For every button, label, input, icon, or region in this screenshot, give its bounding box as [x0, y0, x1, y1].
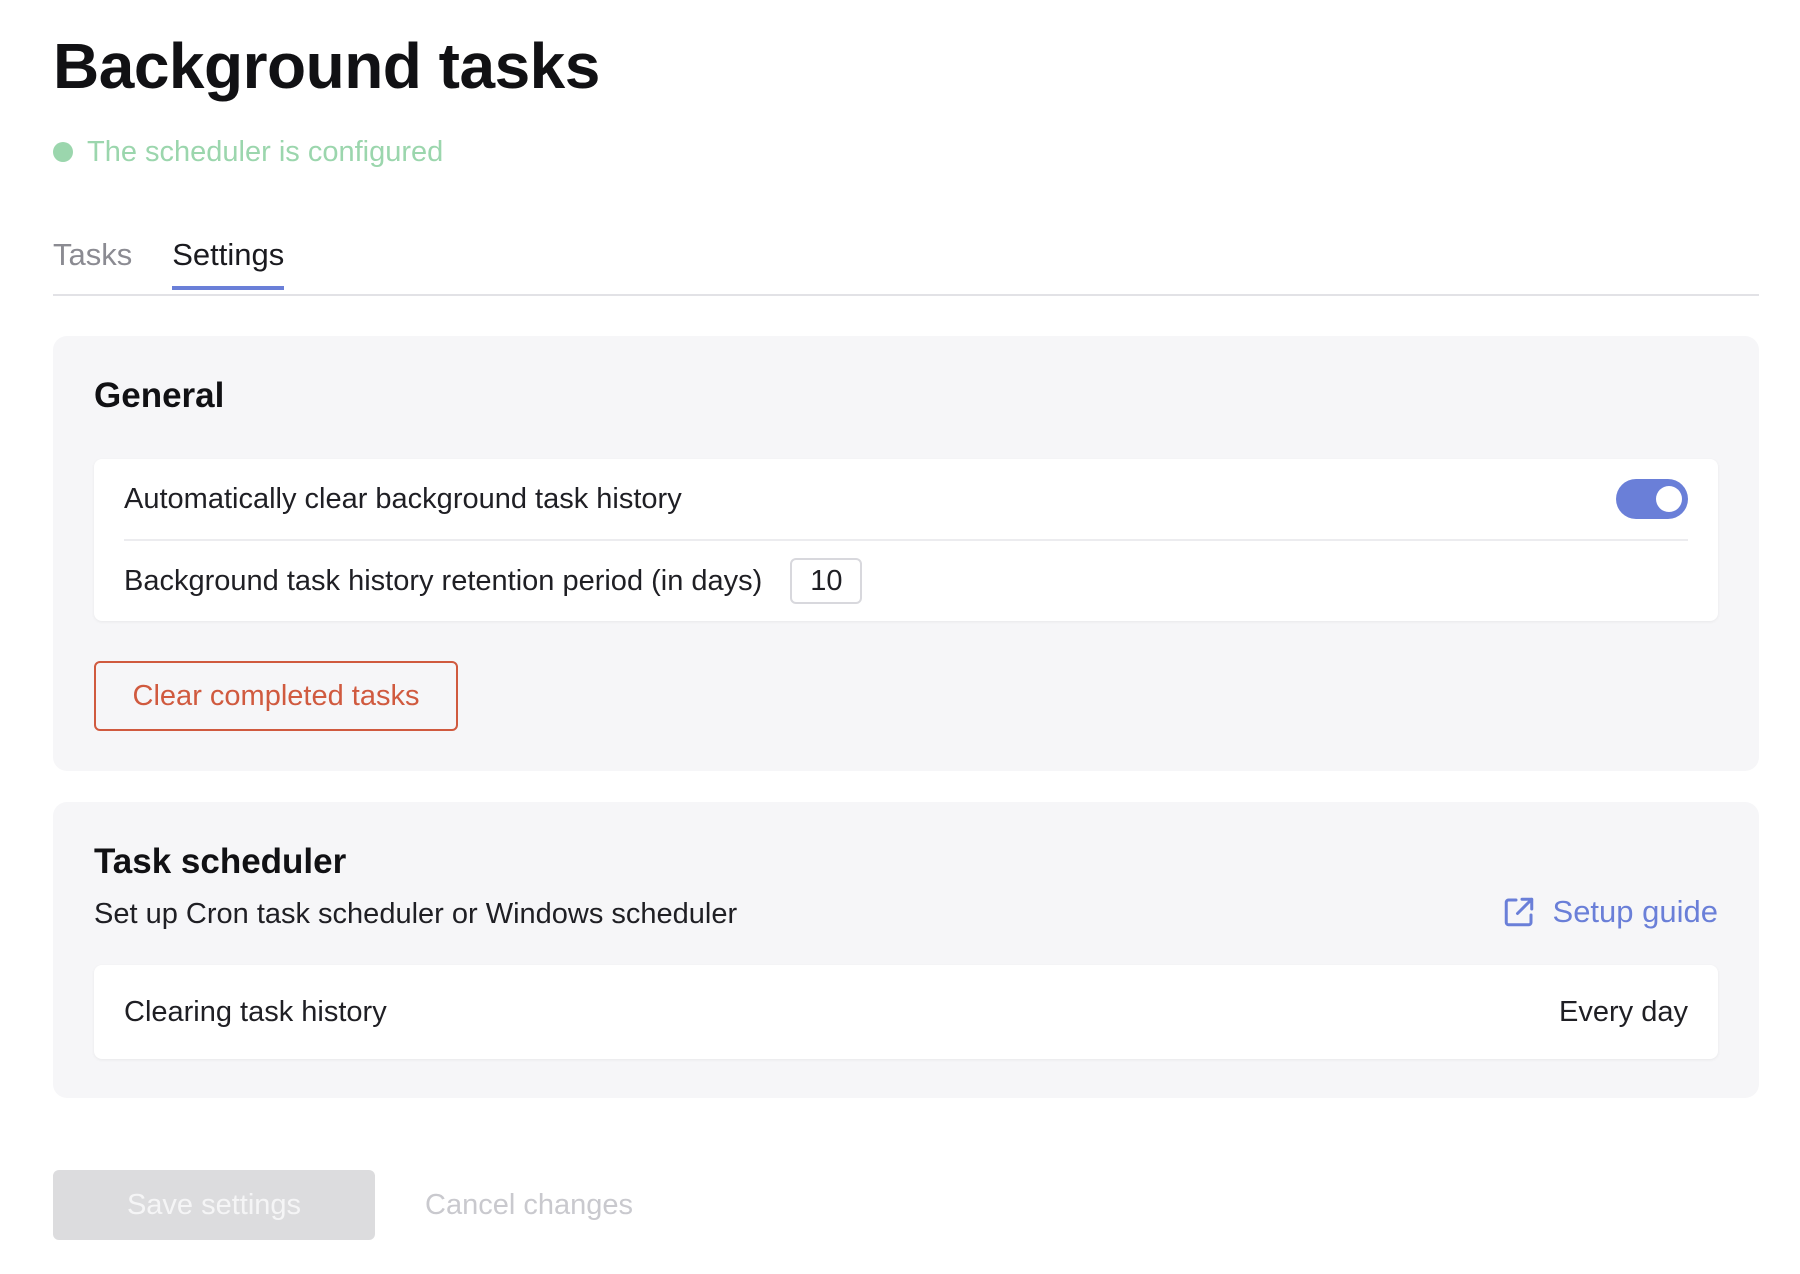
tab-bar: Tasks Settings [53, 232, 1759, 296]
save-settings-button[interactable]: Save settings [53, 1170, 375, 1240]
page-title: Background tasks [53, 30, 600, 102]
status-dot-icon [53, 142, 73, 162]
status-text: The scheduler is configured [87, 135, 444, 168]
clearing-history-label: Clearing task history [124, 995, 387, 1028]
task-scheduler-card: Task scheduler Set up Cron task schedule… [53, 802, 1759, 1098]
tab-tasks[interactable]: Tasks [53, 232, 132, 290]
cancel-changes-button[interactable]: Cancel changes [425, 1189, 633, 1222]
scheduler-status: The scheduler is configured [53, 132, 443, 172]
retention-days-input[interactable] [790, 558, 863, 604]
clearing-history-row: Clearing task history Every day [94, 965, 1718, 1059]
setup-guide-link[interactable]: Setup guide [1501, 894, 1718, 930]
auto-clear-row: Automatically clear background task hist… [124, 459, 1688, 541]
task-scheduler-heading: Task scheduler [94, 842, 347, 881]
clear-completed-tasks-button[interactable]: Clear completed tasks [94, 661, 458, 731]
setup-guide-label: Setup guide [1552, 894, 1718, 929]
auto-clear-toggle[interactable] [1616, 479, 1688, 519]
retention-row: Background task history retention period… [124, 541, 1688, 621]
task-scheduler-subtitle: Set up Cron task scheduler or Windows sc… [94, 898, 738, 930]
form-actions: Save settings Cancel changes [53, 1170, 633, 1240]
external-link-icon [1504, 897, 1533, 927]
tab-settings[interactable]: Settings [172, 232, 285, 290]
auto-clear-label: Automatically clear background task hist… [124, 482, 682, 515]
general-heading: General [94, 376, 225, 415]
general-settings-card: General Automatically clear background t… [53, 336, 1759, 771]
toggle-knob [1656, 486, 1682, 512]
general-settings-panel: Automatically clear background task hist… [94, 459, 1718, 621]
clearing-history-frequency: Every day [1559, 995, 1688, 1028]
retention-label: Background task history retention period… [124, 564, 763, 597]
